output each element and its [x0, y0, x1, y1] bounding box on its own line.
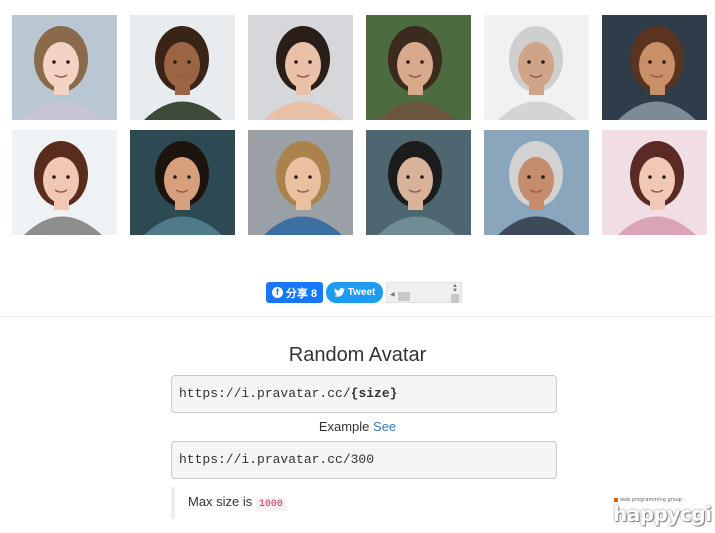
scroll-left-arrow-icon[interactable]: ◀: [390, 291, 395, 298]
social-buttons: f 分享 8 Tweet ◀ ▲ ▼: [0, 282, 715, 304]
avatar-image: [12, 15, 117, 120]
avatar-image: [366, 130, 471, 235]
avatar-old-man-beard[interactable]: [484, 15, 589, 120]
facebook-share-button[interactable]: f 分享 8: [266, 282, 323, 303]
embedded-scroll-frame[interactable]: ◀ ▲ ▼: [386, 282, 462, 303]
twitter-bird-icon: [333, 288, 345, 297]
url-template-code: https://i.pravatar.cc/{size}: [171, 375, 557, 413]
avatar-image: [602, 130, 707, 235]
example-see-link[interactable]: See: [373, 419, 396, 434]
avatar-image: [484, 130, 589, 235]
avatar-grid: [12, 15, 707, 235]
avatar-image: [602, 15, 707, 120]
example-label: Example: [318, 419, 370, 434]
example-line: Example See: [0, 419, 715, 434]
avatar-teen-beanie[interactable]: [248, 130, 353, 235]
tweet-label: Tweet: [347, 287, 376, 298]
vertical-scrollbar-thumb[interactable]: [451, 294, 459, 303]
avatar-image: [130, 130, 235, 235]
avatar-man-water[interactable]: [366, 130, 471, 235]
max-size-value: 1000: [255, 498, 286, 511]
facebook-share-label: 分享 8: [285, 287, 318, 300]
facebook-icon: f: [271, 287, 283, 298]
avatar-image: [130, 15, 235, 120]
avatar-woman-headband[interactable]: [602, 130, 707, 235]
happycgi-watermark-logo: web programming group happycgi: [613, 497, 712, 526]
avatar-woman-dark-hair[interactable]: [248, 15, 353, 120]
avatar-girl-cosplay[interactable]: [12, 15, 117, 120]
page-title: Random Avatar: [288, 344, 427, 366]
max-size-note: Max size is 1000: [171, 487, 286, 519]
avatar-toddler[interactable]: [130, 130, 235, 235]
avatar-image: [12, 130, 117, 235]
section-divider: [0, 316, 715, 317]
tweet-button[interactable]: Tweet: [326, 282, 383, 303]
avatar-girl-curly[interactable]: [130, 15, 235, 120]
avatar-image: [248, 15, 353, 120]
avatar-woman-curly-profile[interactable]: [366, 15, 471, 120]
avatar-man-beard[interactable]: [602, 15, 707, 120]
avatar-image: [484, 15, 589, 120]
note-text: Max size is: [188, 494, 253, 509]
avatar-image: [366, 15, 471, 120]
logo-wordmark: happycgi: [613, 502, 712, 526]
avatar-image: [248, 130, 353, 235]
horizontal-scrollbar-thumb[interactable]: [398, 292, 410, 301]
url-prefix: https://i.pravatar.cc/: [179, 386, 351, 401]
avatar-old-man-smiling[interactable]: [484, 130, 589, 235]
url-size-param: {size}: [350, 386, 398, 401]
example-url-code: https://i.pravatar.cc/300: [171, 441, 557, 479]
avatar-woman-smiling[interactable]: [12, 130, 117, 235]
